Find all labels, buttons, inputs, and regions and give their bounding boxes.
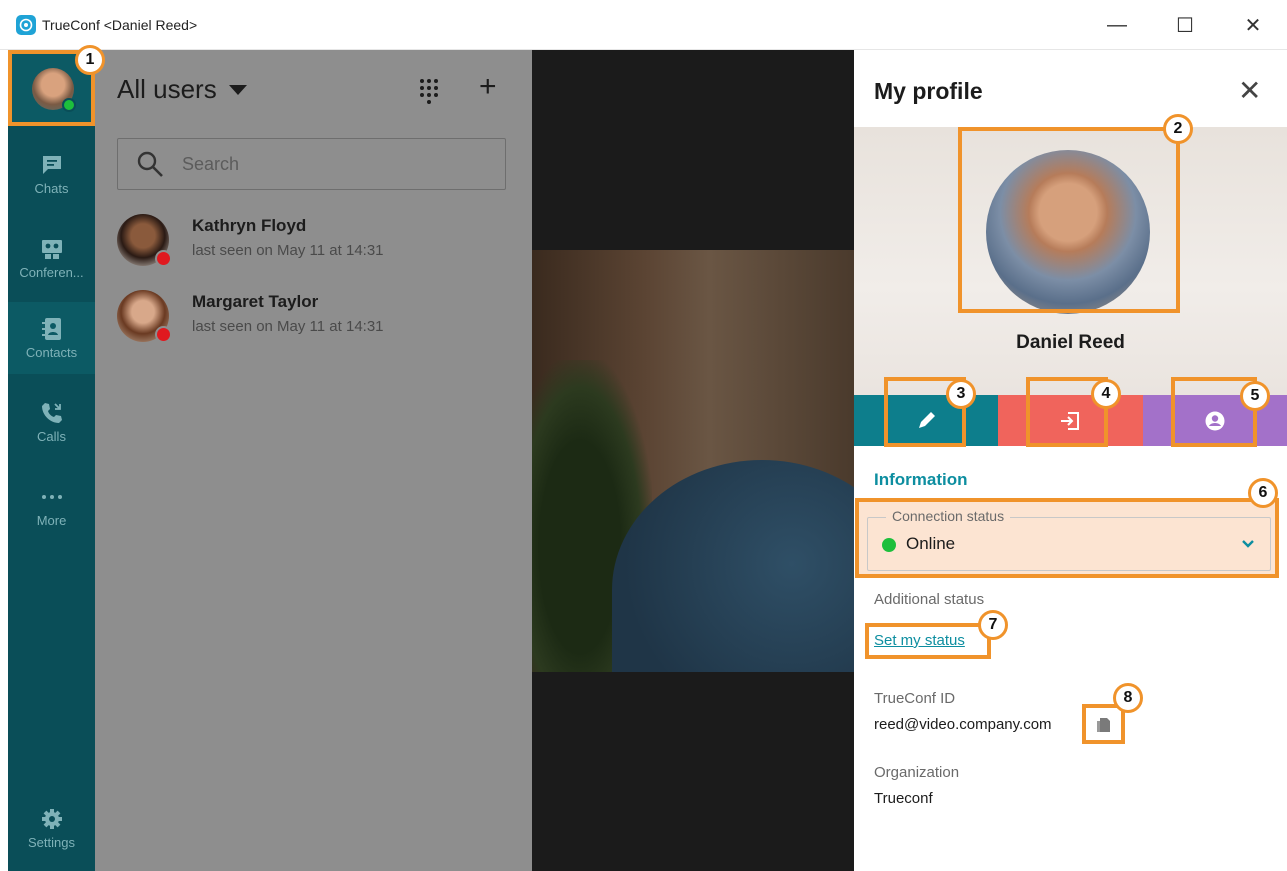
callout-badge: 4 bbox=[1091, 379, 1121, 409]
additional-status-label: Additional status bbox=[874, 591, 985, 608]
profile-name: Daniel Reed bbox=[1016, 332, 1125, 353]
nav-calls[interactable]: Calls bbox=[8, 386, 95, 458]
callout-badge: 5 bbox=[1240, 381, 1270, 411]
contacts-filter-label: All users bbox=[117, 74, 217, 104]
trueconf-id-value: reed@video.company.com bbox=[874, 716, 1052, 733]
list-item[interactable]: Kathryn Floyd last seen on May 11 at 14:… bbox=[117, 212, 512, 272]
profile-panel: My profile ✕ Daniel Reed Information Con… bbox=[854, 50, 1287, 871]
search-icon bbox=[137, 151, 163, 177]
callout-badge: 7 bbox=[978, 610, 1008, 640]
more-icon bbox=[38, 485, 66, 509]
nav-more[interactable]: More bbox=[8, 470, 95, 542]
page-title: My profile bbox=[874, 78, 983, 104]
minimize-button[interactable]: — bbox=[1083, 0, 1151, 50]
search-placeholder: Search bbox=[182, 153, 240, 174]
gear-icon bbox=[38, 807, 66, 831]
conference-icon bbox=[38, 237, 66, 261]
contacts-icon bbox=[38, 317, 66, 341]
callout-frame bbox=[958, 127, 1180, 313]
nav-contacts-label: Contacts bbox=[25, 344, 78, 360]
trueconf-logo-icon bbox=[16, 14, 36, 35]
nav-more-label: More bbox=[36, 512, 67, 528]
nav-contacts[interactable]: Contacts bbox=[8, 302, 95, 374]
contact-last-seen: last seen on May 11 at 14:31 bbox=[192, 318, 384, 335]
callout-badge: 2 bbox=[1163, 114, 1193, 144]
window-title: TrueConf <Daniel Reed> bbox=[42, 16, 198, 33]
set-status-link[interactable]: Set my status bbox=[874, 632, 965, 649]
nav-conferences[interactable]: Conferen... bbox=[8, 222, 95, 294]
organization-label: Organization bbox=[874, 764, 960, 781]
dialpad-icon[interactable] bbox=[417, 78, 441, 104]
chat-icon bbox=[38, 153, 66, 177]
close-profile-button[interactable]: ✕ bbox=[1238, 74, 1261, 107]
connection-status-value: Online bbox=[906, 534, 956, 553]
chevron-down-icon bbox=[1242, 540, 1254, 548]
add-contact-button[interactable]: + bbox=[479, 70, 497, 104]
nav-rail: Chats Conferen... Contacts Calls More Se… bbox=[8, 50, 95, 871]
callout-badge: 1 bbox=[75, 45, 105, 75]
offline-status-dot bbox=[155, 250, 172, 267]
contact-last-seen: last seen on May 11 at 14:31 bbox=[192, 242, 384, 259]
video-area bbox=[532, 50, 854, 871]
offline-status-dot bbox=[155, 326, 172, 343]
online-status-dot bbox=[882, 538, 896, 552]
contacts-panel: All users + Search Kathryn Floyd last se… bbox=[95, 50, 532, 871]
video-frame bbox=[532, 250, 854, 672]
maximize-button[interactable]: ☐ bbox=[1151, 0, 1219, 50]
nav-settings[interactable]: Settings bbox=[8, 792, 95, 864]
callout-badge: 6 bbox=[1248, 478, 1278, 508]
calls-icon bbox=[38, 401, 66, 425]
contact-name: Margaret Taylor bbox=[192, 292, 319, 311]
organization-value: Trueconf bbox=[874, 790, 933, 807]
nav-settings-label: Settings bbox=[28, 834, 75, 850]
title-bar: TrueConf <Daniel Reed> — ☐ ✕ bbox=[0, 0, 1287, 50]
nav-chats[interactable]: Chats bbox=[8, 138, 95, 210]
caret-down-icon bbox=[228, 84, 247, 95]
window-close-button[interactable]: ✕ bbox=[1219, 0, 1287, 50]
trueconf-id-label: TrueConf ID bbox=[874, 690, 956, 707]
section-title: Information bbox=[874, 470, 968, 489]
connection-status-label: Connection status bbox=[886, 508, 1011, 524]
contacts-filter-dropdown[interactable]: All users bbox=[117, 74, 247, 105]
search-input[interactable]: Search bbox=[117, 138, 506, 190]
connection-status-field: Connection status Online bbox=[855, 498, 1279, 578]
callout-badge: 8 bbox=[1113, 683, 1143, 713]
callout-badge: 3 bbox=[946, 379, 976, 409]
nav-conferences-label: Conferen... bbox=[19, 264, 84, 280]
nav-chats-label: Chats bbox=[34, 180, 69, 196]
list-item[interactable]: Margaret Taylor last seen on May 11 at 1… bbox=[117, 288, 512, 348]
contact-name: Kathryn Floyd bbox=[192, 216, 307, 235]
copy-icon bbox=[1097, 718, 1110, 732]
nav-calls-label: Calls bbox=[37, 428, 66, 444]
connection-status-select[interactable]: Connection status Online bbox=[867, 508, 1271, 571]
